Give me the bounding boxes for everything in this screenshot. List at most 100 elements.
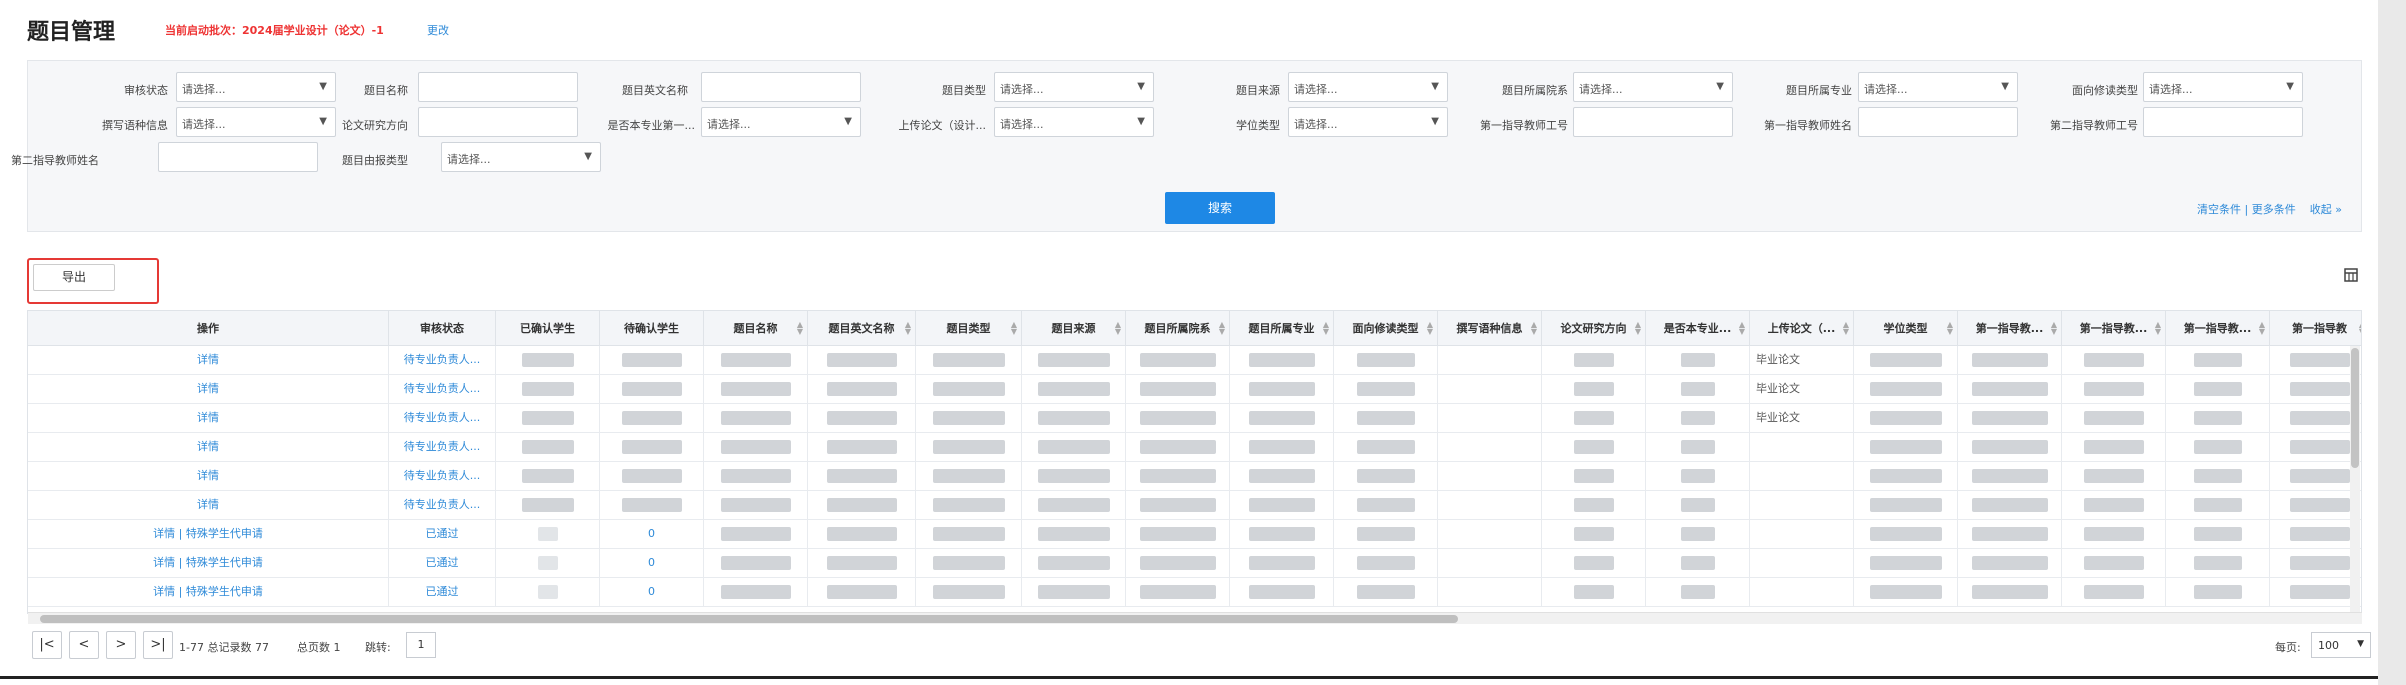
redacted-cell (496, 520, 600, 549)
filter-study-type-select[interactable]: 请选择... ▼ (2143, 72, 2303, 102)
column-header[interactable]: 操作 (28, 311, 389, 346)
column-header[interactable]: 面向修读类型 ▲ ▼ (1334, 311, 1438, 346)
bottom-border (0, 676, 2378, 679)
redacted-value (2289, 469, 2350, 483)
column-header[interactable]: 题目所属专业 ▲ ▼ (1230, 311, 1334, 346)
clear-conditions-link[interactable]: 清空条件 (2197, 203, 2241, 216)
column-header[interactable]: 第一指导教... ▲ ▼ (2062, 311, 2166, 346)
next-page-button[interactable]: > (106, 631, 136, 659)
sort-icon[interactable]: ▲▼ (1947, 321, 1953, 336)
column-header[interactable]: 是否本专业... ▲ ▼ (1646, 311, 1750, 346)
sort-icon[interactable]: ▲▼ (1635, 321, 1641, 336)
sort-icon[interactable]: ▲▼ (1011, 321, 1017, 336)
column-header[interactable]: 题目所属院系 ▲ ▼ (1126, 311, 1230, 346)
filter-first-of-major-select[interactable]: 请选择... ▼ (701, 107, 861, 137)
detail-link[interactable]: 详情 (197, 353, 219, 366)
action-separator: | (175, 556, 186, 569)
detail-link[interactable]: 详情 (153, 527, 175, 540)
column-header[interactable]: 审核状态 (389, 311, 496, 346)
column-header[interactable]: 题目英文名称 ▲ ▼ (808, 311, 916, 346)
sort-icon[interactable]: ▲▼ (2051, 321, 2057, 336)
change-batch-link[interactable]: 更改 (427, 22, 449, 38)
status-cell: 已通过 (389, 520, 496, 549)
filter-topic-type-select[interactable]: 请选择... ▼ (994, 72, 1154, 102)
column-settings-icon[interactable] (2344, 268, 2358, 282)
column-header[interactable]: 上传论文（... ▲ ▼ (1750, 311, 1854, 346)
filter-topic-source-select[interactable]: 请选择... ▼ (1288, 72, 1448, 102)
sort-icon[interactable]: ▲▼ (1115, 321, 1121, 336)
horizontal-scroll-thumb[interactable] (40, 615, 1458, 623)
column-header[interactable]: 第一指导教... ▲ ▼ (1958, 311, 2062, 346)
column-header[interactable]: 论文研究方向 ▲ ▼ (1542, 311, 1646, 346)
filter-degree-type-select[interactable]: 请选择... ▼ (1288, 107, 1448, 137)
first-page-button[interactable]: |< (32, 631, 62, 659)
detail-link[interactable]: 详情 (153, 556, 175, 569)
detail-link[interactable]: 详情 (197, 382, 219, 395)
filter-label-degree-type: 学位类型 (1236, 119, 1280, 132)
redacted-value (1248, 498, 1315, 512)
redacted-value (2083, 585, 2144, 599)
redacted-value (1356, 382, 1415, 396)
horizontal-scrollbar[interactable] (28, 612, 2362, 624)
redacted-cell (1958, 578, 2062, 607)
sort-icon[interactable]: ▲▼ (1427, 321, 1433, 336)
sort-icon[interactable]: ▲▼ (1843, 321, 1849, 336)
last-page-button[interactable]: >| (143, 631, 173, 659)
status-cell: 待专业负责人... (389, 433, 496, 462)
filter-advisor2-id-input[interactable] (2143, 107, 2303, 137)
column-header[interactable]: 第一指导教 ▲▼ (2270, 311, 2361, 346)
redacted-cell (1230, 462, 1334, 491)
detail-link[interactable]: 详情 (197, 469, 219, 482)
filter-topic-department-select[interactable]: 请选择... ▼ (1573, 72, 1733, 102)
special-student-apply-link[interactable]: 特殊学生代申请 (186, 556, 263, 569)
vertical-scroll-thumb[interactable] (2351, 348, 2359, 468)
column-header[interactable]: 待确认学生 (600, 311, 704, 346)
jump-page-input[interactable]: 1 (406, 632, 436, 658)
detail-link[interactable]: 详情 (197, 411, 219, 424)
search-button[interactable]: 搜索 (1165, 192, 1275, 224)
filter-topic-major-select[interactable]: 请选择... ▼ (1858, 72, 2018, 102)
detail-link[interactable]: 详情 (197, 440, 219, 453)
filter-upload-thesis-select[interactable]: 请选择... ▼ (994, 107, 1154, 137)
filter-advisor1-name-input[interactable] (1858, 107, 2018, 137)
collapse-link[interactable]: 收起 » (2310, 203, 2342, 216)
detail-link[interactable]: 详情 (153, 585, 175, 598)
sort-icon[interactable]: ▲▼ (1739, 321, 1745, 336)
filter-research-direction-input[interactable] (418, 107, 578, 137)
status-cell: 待专业负责人... (389, 404, 496, 433)
redacted-cell (1126, 462, 1230, 491)
column-header[interactable]: 撰写语种信息 ▲ ▼ (1438, 311, 1542, 346)
sort-icon[interactable]: ▲▼ (2259, 321, 2265, 336)
sort-icon[interactable]: ▲▼ (797, 321, 803, 336)
sort-icon[interactable]: ▲▼ (1323, 321, 1329, 336)
sort-icon[interactable]: ▲▼ (2359, 321, 2361, 336)
sort-icon[interactable]: ▲▼ (1219, 321, 1225, 336)
chevron-down-icon: ▼ (2286, 81, 2294, 92)
column-header[interactable]: 第一指导教... ▲ ▼ (2166, 311, 2270, 346)
detail-link[interactable]: 详情 (197, 498, 219, 511)
page-size-select[interactable]: 100 ▼ (2311, 632, 2371, 658)
vertical-scrollbar[interactable] (2350, 346, 2360, 612)
special-student-apply-link[interactable]: 特殊学生代申请 (186, 585, 263, 598)
redacted-cell (1230, 578, 1334, 607)
filter-advisor1-id-input[interactable] (1573, 107, 1733, 137)
column-header[interactable]: 题目名称 ▲ ▼ (704, 311, 808, 346)
sort-icon[interactable]: ▲▼ (905, 321, 911, 336)
filter-application-type-select[interactable]: 请选择... ▼ (441, 142, 601, 172)
column-header[interactable]: 已确认学生 (496, 311, 600, 346)
filter-topic-english-name-input[interactable] (701, 72, 861, 102)
redacted-cell (808, 404, 916, 433)
redacted-cell (1542, 462, 1646, 491)
export-button[interactable]: 导出 (33, 264, 115, 291)
filter-label-study-type: 面向修读类型 (2072, 84, 2138, 97)
column-header[interactable]: 题目来源 ▲ ▼ (1022, 311, 1126, 346)
redacted-cell (1958, 433, 2062, 462)
column-header[interactable]: 题目类型 ▲ ▼ (916, 311, 1022, 346)
special-student-apply-link[interactable]: 特殊学生代申请 (186, 527, 263, 540)
column-header[interactable]: 学位类型 ▲ ▼ (1854, 311, 1958, 346)
more-conditions-link[interactable]: 更多条件 (2252, 203, 2296, 216)
prev-page-button[interactable]: < (69, 631, 99, 659)
sort-icon[interactable]: ▲▼ (1531, 321, 1537, 336)
sort-icon[interactable]: ▲▼ (2155, 321, 2161, 336)
language-cell (1438, 375, 1542, 404)
